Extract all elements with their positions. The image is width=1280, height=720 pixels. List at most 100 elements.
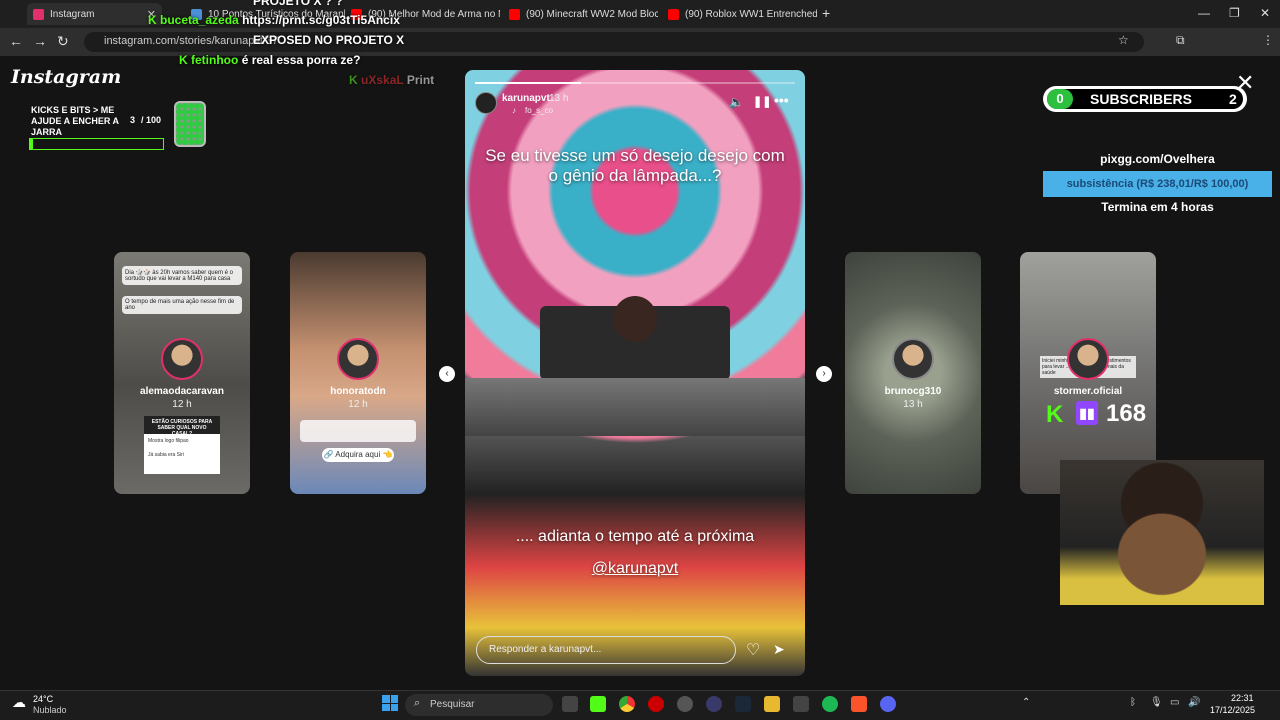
story-card-alemaodacaravan[interactable]: Dia 🎲🎲 às 20h vamos saber quem é o sortu… (114, 252, 250, 494)
avatar (1067, 338, 1109, 380)
story-username: brunocg310 (884, 386, 942, 397)
chat-message: EXPOSED NO PROJETO X (253, 33, 405, 47)
kick-logo-icon: K (148, 13, 157, 27)
story-card-stormer-oficial[interactable]: Iniciei minha promoção ... investimentos… (1020, 252, 1156, 494)
weather-text: Nublado (33, 705, 67, 715)
bluetooth-icon[interactable]: ᛒ (1130, 697, 1136, 708)
dj-head (613, 296, 657, 342)
instagram-favicon-icon (33, 8, 44, 20)
file-explorer-icon[interactable] (764, 696, 780, 712)
network-icon[interactable]: ▭ (1170, 697, 1179, 708)
send-icon[interactable]: ➤ (773, 641, 785, 658)
story-answers: Mostra logo filipao Já sabia era Siri (144, 434, 220, 474)
jar-icon (174, 101, 206, 147)
obs-icon[interactable] (677, 696, 693, 712)
kick-logo-icon: K (1046, 401, 1064, 428)
story-time: 12 h (172, 399, 192, 410)
spotify-icon[interactable] (822, 696, 838, 712)
volume-icon[interactable]: 🔊 (1188, 697, 1200, 708)
chat-message: K buceta_azeda https://prnt.sc/g03tTi5An… (148, 13, 400, 27)
app-icon[interactable] (793, 696, 809, 712)
answer-text: Já sabia era Siri (148, 452, 184, 458)
story-text-bottom: .... adianta o tempo até a próxima (515, 528, 755, 545)
app-icon[interactable] (706, 696, 722, 712)
tab-label: Instagram (50, 8, 95, 20)
weather-temp: 24°C (33, 694, 54, 704)
story-username: stormer.oficial (1053, 386, 1123, 397)
maximize-button[interactable]: ❐ (1229, 6, 1240, 20)
story-author-name[interactable]: karunapvt (502, 93, 550, 104)
windows-start-icon[interactable] (382, 695, 398, 711)
bookmark-star-icon[interactable]: ☆ (1118, 33, 1129, 47)
answer-text: Mostra logo filipao (148, 438, 189, 444)
previous-story-button[interactable]: ‹ (439, 366, 455, 382)
brave-icon[interactable] (851, 696, 867, 712)
kick-logo-icon: K (349, 73, 358, 87)
microphone-icon[interactable]: 🎙 (1150, 697, 1163, 708)
story-link-sticker[interactable]: 🔗 Adquira aqui 👈 (322, 448, 394, 462)
kick-app-icon[interactable] (590, 696, 606, 712)
taskbar-search[interactable]: Pesquisar (405, 694, 553, 716)
youtube-favicon-icon (668, 8, 679, 20)
clock-date[interactable]: 17/12/2025 (1210, 705, 1255, 715)
music-note-icon: ♪ (512, 106, 516, 115)
instagram-logo[interactable]: Instagram (11, 66, 121, 88)
tab-minecraft-ww2[interactable]: (90) Minecraft WW2 Mod Block ✕ (503, 3, 658, 25)
avatar (892, 338, 934, 380)
webcam-feed (1060, 460, 1264, 605)
tab-label: (90) Roblox WW1 Entrenched ( (685, 8, 817, 20)
browser-menu-icon[interactable]: ⋮ (1262, 33, 1274, 47)
url-bar[interactable]: instagram.com/stories/karunapvt/37 (84, 32, 1144, 52)
back-icon[interactable]: ← (9, 33, 23, 49)
discord-icon[interactable] (880, 696, 896, 712)
story-comment-box (300, 420, 416, 442)
reload-icon[interactable]: ↻ (57, 33, 69, 50)
tray-expand-icon[interactable]: ⌃ (1022, 697, 1030, 708)
tab-label: (90) Minecraft WW2 Mod Block (526, 8, 658, 20)
subscribers-current: 0 (1047, 89, 1073, 109)
story-card-honoratodn[interactable]: honoratodn 12 h 🔗 Adquira aqui 👈 (290, 252, 426, 494)
story-mention[interactable]: @karunapvt (475, 560, 795, 578)
story-author-time: 13 h (549, 93, 569, 104)
kicks-total: / 100 (141, 115, 162, 125)
kicks-count: 3 (130, 115, 136, 125)
story-author-avatar[interactable] (475, 92, 497, 114)
steam-icon[interactable] (735, 696, 751, 712)
task-view-icon[interactable] (562, 696, 578, 712)
story-audio-label[interactable]: fo_s_co (525, 106, 553, 115)
minimize-button[interactable]: — (1198, 6, 1210, 20)
kicks-progress-bar (29, 138, 164, 150)
donation-site: pixgg.com/Ovelhera (1100, 152, 1215, 166)
story-username: honoratodn (330, 386, 386, 397)
pause-icon[interactable]: ❚❚ (753, 95, 771, 108)
chat-message: K uXskaL Print (349, 73, 434, 87)
donation-ends: Termina em 4 horas (1101, 200, 1214, 214)
volume-icon[interactable]: 🔈 (729, 95, 744, 109)
windows-taskbar (0, 690, 1280, 720)
clock-time[interactable]: 22:31 (1231, 693, 1254, 703)
weather-icon[interactable]: ☁ (12, 694, 26, 711)
opera-icon[interactable] (648, 696, 664, 712)
forward-icon[interactable]: → (33, 33, 47, 49)
story-time: 13 h (903, 399, 923, 410)
more-options-icon[interactable]: ••• (774, 92, 789, 108)
story-text-top: Se eu tivesse um só desejo desejo com o … (485, 146, 785, 185)
extensions-icon[interactable]: ⧉ (1176, 33, 1185, 48)
story-username: alemaodacaravan (140, 386, 224, 397)
close-window-button[interactable]: ✕ (1260, 6, 1270, 20)
next-story-button[interactable]: › (816, 366, 832, 382)
story-card-brunocg310[interactable]: brunocg310 13 h (845, 252, 981, 494)
chrome-icon[interactable] (619, 696, 635, 712)
subscribers-label: SUBSCRIBERS (1090, 91, 1192, 107)
story-subcaption: O tempo de mais uma ação nesse fim de an… (122, 296, 242, 314)
tab-instagram[interactable]: Instagram ✕ (27, 3, 162, 25)
like-heart-icon[interactable]: ♡ (746, 640, 760, 660)
new-tab-button[interactable]: + (822, 5, 830, 21)
chat-username: uXskaL (361, 73, 404, 87)
reply-input[interactable]: Responder a karunapvt... (476, 636, 736, 664)
chat-text: https://prnt.sc/g03tTi5Ancix (242, 13, 400, 27)
tab-roblox-ww1[interactable]: (90) Roblox WW1 Entrenched ( ✕ (662, 3, 817, 25)
viewer-count: 168 (1106, 400, 1147, 427)
chat-text: Print (406, 73, 435, 87)
search-icon: ⌕ (414, 697, 421, 709)
